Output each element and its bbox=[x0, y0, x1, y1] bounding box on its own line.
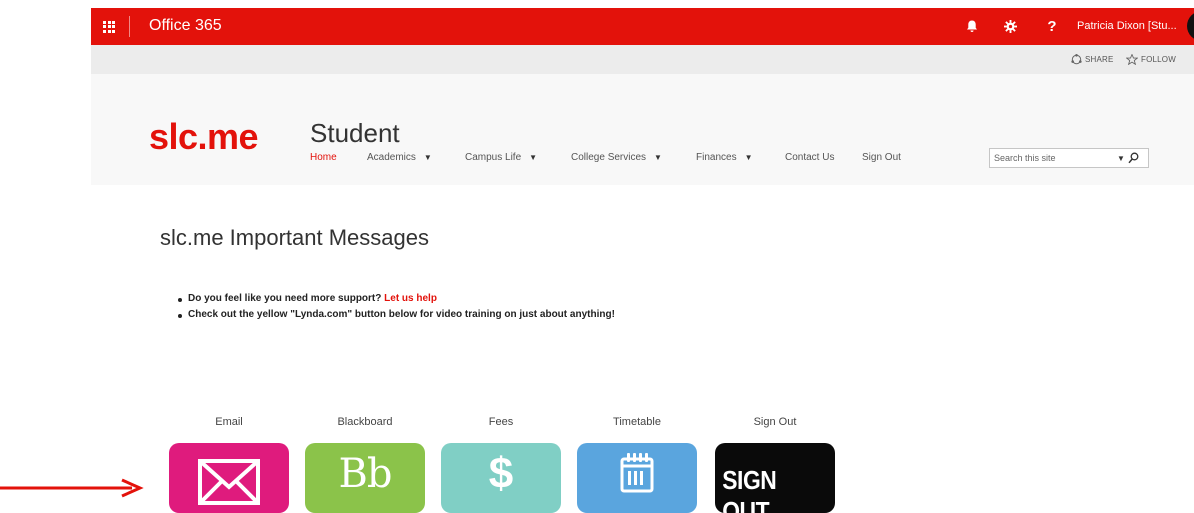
let-us-help-link[interactable]: Let us help bbox=[384, 293, 437, 304]
bell-icon bbox=[967, 20, 977, 32]
suite-bar: Office 365 ? Patricia Dixon [Stu... bbox=[91, 8, 1194, 45]
nav-label: Campus Life bbox=[465, 152, 522, 163]
calendar-icon bbox=[620, 453, 654, 493]
site-logo[interactable]: slc.me bbox=[149, 116, 259, 158]
tile-label-sign-out: Sign Out bbox=[753, 416, 797, 428]
tile-label-blackboard: Blackboard bbox=[337, 416, 393, 428]
nav-item-home[interactable]: Home bbox=[310, 152, 337, 163]
email-tile[interactable] bbox=[169, 443, 289, 513]
notifications-button[interactable] bbox=[957, 8, 987, 45]
list-item: Do you feel like you need more support? … bbox=[178, 293, 615, 309]
page-title: slc.me Important Messages bbox=[160, 225, 429, 250]
search-icon[interactable] bbox=[1128, 152, 1139, 164]
help-icon: ? bbox=[1047, 18, 1057, 35]
message-text: Do you feel like you need more support? bbox=[188, 293, 385, 304]
nav-label: College Services bbox=[571, 152, 647, 163]
share-icon bbox=[1071, 54, 1082, 65]
share-button[interactable]: SHARE bbox=[1071, 54, 1114, 65]
message-text: Check out the yellow "Lynda.com" button … bbox=[188, 309, 615, 320]
list-item: Check out the yellow "Lynda.com" button … bbox=[178, 309, 615, 325]
tile-label-email: Email bbox=[215, 416, 243, 428]
share-label: SHARE bbox=[1085, 55, 1114, 64]
nav-item-contact-us[interactable]: Contact Us bbox=[785, 152, 834, 163]
caret-down-icon: ▼ bbox=[654, 153, 662, 162]
message-list: Do you feel like you need more support? … bbox=[178, 293, 615, 325]
suite-title[interactable]: Office 365 bbox=[149, 17, 222, 35]
nav-item-sign-out[interactable]: Sign Out bbox=[862, 152, 901, 163]
nav-label: Sign Out bbox=[862, 152, 901, 163]
follow-label: FOLLOW bbox=[1141, 55, 1176, 64]
fees-tile[interactable]: $ bbox=[441, 443, 561, 513]
sign-out-tile-text: SIGN OUT bbox=[722, 465, 777, 513]
caret-down-icon: ▼ bbox=[423, 153, 432, 162]
nav-label: Finances bbox=[696, 152, 737, 163]
blackboard-logo: Bb bbox=[338, 451, 393, 497]
app-launcher-button[interactable] bbox=[91, 8, 127, 45]
avatar[interactable] bbox=[1187, 11, 1194, 41]
settings-button[interactable] bbox=[995, 8, 1025, 45]
waffle-icon bbox=[103, 20, 115, 33]
caret-down-icon: ▼ bbox=[529, 153, 538, 162]
nav-label: Home bbox=[310, 152, 337, 163]
gear-icon bbox=[1003, 20, 1017, 33]
star-icon bbox=[1126, 54, 1138, 65]
arrow-icon bbox=[0, 478, 144, 498]
timetable-tile[interactable] bbox=[577, 443, 697, 513]
user-name[interactable]: Patricia Dixon [Stu... bbox=[1077, 20, 1177, 32]
tile-label-fees: Fees bbox=[488, 416, 514, 428]
blackboard-tile[interactable]: Bb bbox=[305, 443, 425, 513]
search-input[interactable] bbox=[994, 151, 1104, 165]
action-bar: SHARE FOLLOW bbox=[91, 45, 1194, 74]
dollar-icon: $ bbox=[488, 449, 514, 498]
tile-label-timetable: Timetable bbox=[613, 416, 661, 428]
follow-button[interactable]: FOLLOW bbox=[1126, 54, 1176, 65]
nav-item-campus-life[interactable]: Campus Life ▼ bbox=[465, 152, 537, 163]
caret-down-icon: ▼ bbox=[744, 153, 753, 162]
nav-item-academics[interactable]: Academics ▼ bbox=[367, 152, 432, 163]
envelope-icon bbox=[198, 459, 260, 505]
nav-label: Contact Us bbox=[785, 152, 835, 163]
nav-item-finances[interactable]: Finances ▼ bbox=[696, 152, 753, 163]
help-button[interactable]: ? bbox=[1037, 8, 1067, 45]
search-scope-dropdown[interactable]: ▼ bbox=[1117, 154, 1125, 163]
sign-out-tile[interactable]: SIGN OUT bbox=[715, 443, 835, 513]
site-search: ▼ bbox=[989, 148, 1149, 168]
site-title[interactable]: Student bbox=[310, 118, 400, 149]
nav-label: Academics bbox=[367, 152, 416, 163]
suite-divider bbox=[129, 16, 130, 37]
nav-item-college-services[interactable]: College Services ▼ bbox=[571, 152, 662, 163]
